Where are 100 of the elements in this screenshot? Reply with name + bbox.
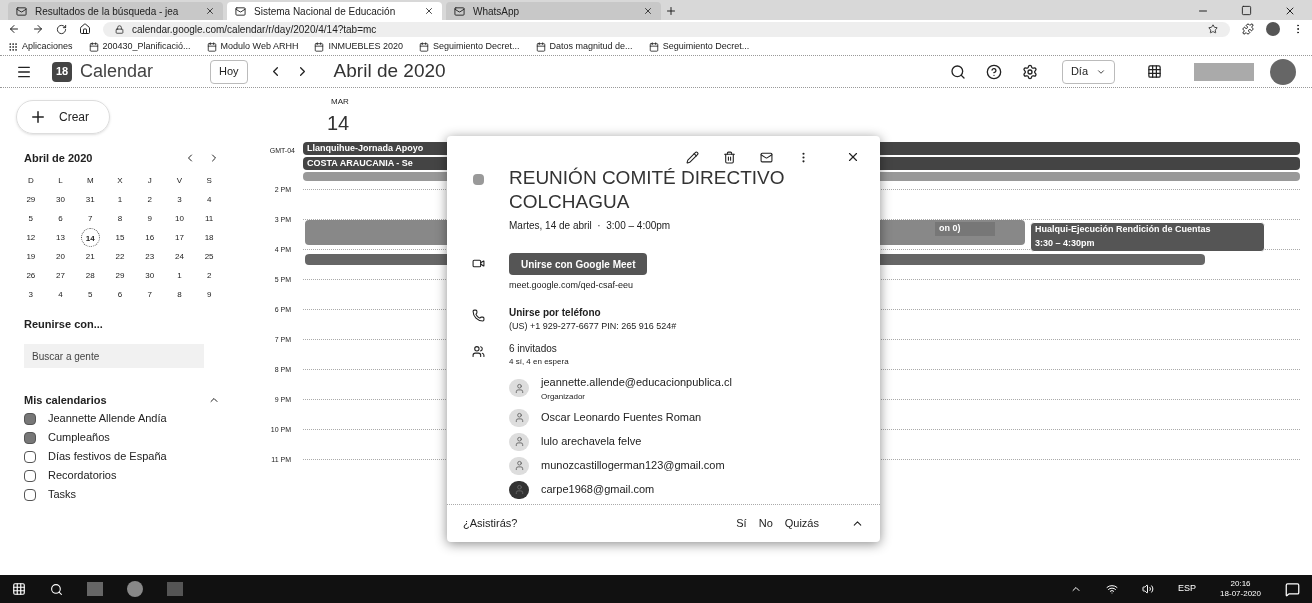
checkbox[interactable]: [24, 488, 36, 501]
calendar-checkbox-row[interactable]: Jeannette Allende Andía: [16, 409, 224, 428]
edit-icon[interactable]: [686, 150, 699, 164]
help-icon[interactable]: [985, 63, 1002, 80]
rsvp-option[interactable]: No: [758, 515, 773, 532]
apps-icon[interactable]: [1147, 64, 1162, 79]
mini-calendar-day[interactable]: 18: [199, 227, 219, 247]
mini-calendar-day[interactable]: 2: [199, 265, 219, 285]
calendar-event[interactable]: Hualqui-Ejecución Rendición de Cuentas 3:30 – 4:30pm: [1030, 222, 1265, 252]
mini-calendar-day[interactable]: 2: [140, 189, 160, 209]
mini-calendar-day[interactable]: 30: [140, 265, 160, 285]
close-icon[interactable]: [424, 6, 434, 16]
mini-calendar-day[interactable]: 13: [51, 227, 71, 247]
notifications-icon[interactable]: [1285, 581, 1300, 597]
mini-calendar-day[interactable]: 9: [140, 208, 160, 228]
mini-calendar-day[interactable]: 4: [51, 284, 71, 304]
mini-calendar-day[interactable]: 6: [110, 284, 130, 304]
mini-calendar-day[interactable]: 24: [169, 246, 189, 266]
guest-name[interactable]: lulo arechavela felve: [541, 433, 642, 450]
close-icon[interactable]: [643, 6, 653, 16]
bookmark-link[interactable]: Seguimiento Decret...: [648, 39, 750, 54]
checkbox[interactable]: [24, 469, 36, 482]
mini-calendar-day[interactable]: 1: [110, 189, 130, 209]
mini-calendar-day[interactable]: 3: [169, 189, 189, 209]
new-tab-icon[interactable]: [665, 5, 677, 17]
search-icon[interactable]: [949, 63, 966, 80]
rsvp-option[interactable]: Quizás: [784, 515, 819, 532]
mini-calendar-day[interactable]: 17: [169, 227, 189, 247]
bookmark-link[interactable]: INMUEBLES 2020: [314, 39, 403, 54]
mini-calendar-day[interactable]: 6: [51, 208, 71, 228]
view-select[interactable]: Día: [1061, 59, 1115, 84]
mini-calendar-day[interactable]: 19: [21, 246, 41, 266]
forward-icon[interactable]: [32, 23, 44, 35]
calendar-checkbox-row[interactable]: Recordatorios: [16, 466, 224, 485]
settings-icon[interactable]: [1021, 63, 1038, 80]
profile-avatar[interactable]: [1266, 22, 1280, 36]
mini-calendar-day[interactable]: 15: [110, 227, 130, 247]
close-icon[interactable]: [846, 150, 860, 164]
bookmark-link[interactable]: 200430_Planificació...: [88, 39, 191, 54]
join-meet-button[interactable]: Unirse con Google Meet: [509, 253, 648, 275]
checkbox[interactable]: [24, 412, 36, 425]
back-icon[interactable]: [8, 23, 20, 35]
browser-tab[interactable]: Resultados de la búsqueda - jea: [8, 2, 223, 20]
mini-calendar-day[interactable]: 1: [169, 265, 189, 285]
mini-calendar-day[interactable]: 31: [80, 189, 100, 209]
people-search-field[interactable]: Buscar a gente: [24, 344, 204, 368]
mini-calendar-day[interactable]: 7: [80, 208, 100, 228]
mini-calendar-day[interactable]: 25: [199, 246, 219, 266]
mini-calendar-day[interactable]: 5: [21, 208, 41, 228]
close-icon[interactable]: [205, 6, 215, 16]
calendar-checkbox-row[interactable]: Cumpleaños: [16, 428, 224, 447]
mini-calendar-day[interactable]: 4: [199, 189, 219, 209]
mini-calendar-day[interactable]: 5: [80, 284, 100, 304]
mini-calendar-day[interactable]: 29: [110, 265, 130, 285]
mini-calendar-day[interactable]: 30: [51, 189, 71, 209]
browser-tab[interactable]: Sistema Nacional de Educación: [227, 2, 442, 20]
delete-icon[interactable]: [723, 150, 736, 164]
reload-icon[interactable]: [56, 23, 67, 35]
rsvp-option[interactable]: Sí: [736, 515, 747, 532]
mini-calendar-day[interactable]: 22: [110, 246, 130, 266]
mini-calendar-day[interactable]: 28: [80, 265, 100, 285]
close-icon[interactable]: [1284, 5, 1296, 17]
extension-icon[interactable]: [1242, 23, 1254, 35]
mini-calendar-day[interactable]: 7: [140, 284, 160, 304]
mini-calendar-day[interactable]: 8: [169, 284, 189, 304]
start-icon[interactable]: [12, 582, 26, 596]
checkbox[interactable]: [24, 450, 36, 463]
guest-name[interactable]: munozcastillogerman123@gmail.com: [541, 457, 725, 474]
bookmark-link[interactable]: Modulo Web ARHH: [206, 39, 299, 54]
mini-calendar-day[interactable]: 9: [199, 284, 219, 304]
mini-calendar-day[interactable]: 23: [140, 246, 160, 266]
guest-name[interactable]: Oscar Leonardo Fuentes Roman: [541, 409, 702, 426]
mini-calendar-day[interactable]: 26: [21, 265, 41, 285]
maximize-icon[interactable]: [1241, 5, 1252, 16]
language-indicator[interactable]: ESP: [1178, 582, 1197, 596]
browser-tab[interactable]: WhatsApp: [446, 2, 661, 20]
checkbox[interactable]: [24, 431, 36, 444]
calendar-event[interactable]: on 0): [935, 222, 995, 236]
mini-calendar-day[interactable]: 11: [199, 208, 219, 228]
taskbar-app-icon[interactable]: [127, 581, 143, 597]
mini-calendar-day[interactable]: 3: [21, 284, 41, 304]
bookmark-link[interactable]: Seguimiento Decret...: [419, 39, 520, 54]
email-icon[interactable]: [760, 150, 773, 164]
mini-calendar-day[interactable]: 10: [169, 208, 189, 228]
calendar-checkbox-row[interactable]: Tasks: [16, 485, 224, 504]
home-icon[interactable]: [79, 23, 91, 35]
today-button[interactable]: Hoy: [210, 59, 248, 84]
guest-name[interactable]: carpe1968@gmail.com: [541, 481, 655, 498]
mini-calendar-day[interactable]: 16: [140, 227, 160, 247]
calendar-checkbox-row[interactable]: Días festivos de España: [16, 447, 224, 466]
bookmark-link[interactable]: Datos magnitud de...: [535, 39, 633, 54]
search-icon[interactable]: [50, 582, 63, 596]
volume-icon[interactable]: [1142, 583, 1155, 595]
guest-name[interactable]: jeannette.allende@educacionpublica.cl: [541, 374, 732, 391]
meet-link[interactable]: meet.google.com/qed-csaf-eeu: [509, 279, 648, 293]
account-avatar[interactable]: [1270, 58, 1296, 85]
address-field[interactable]: calendar.google.com/calendar/r/day/2020/4/14?tab=mc: [103, 21, 1230, 37]
bookmark-link[interactable]: Aplicaciones: [8, 39, 73, 54]
mini-calendar-day[interactable]: 27: [51, 265, 71, 285]
mini-calendar-day[interactable]: 12: [21, 227, 41, 247]
